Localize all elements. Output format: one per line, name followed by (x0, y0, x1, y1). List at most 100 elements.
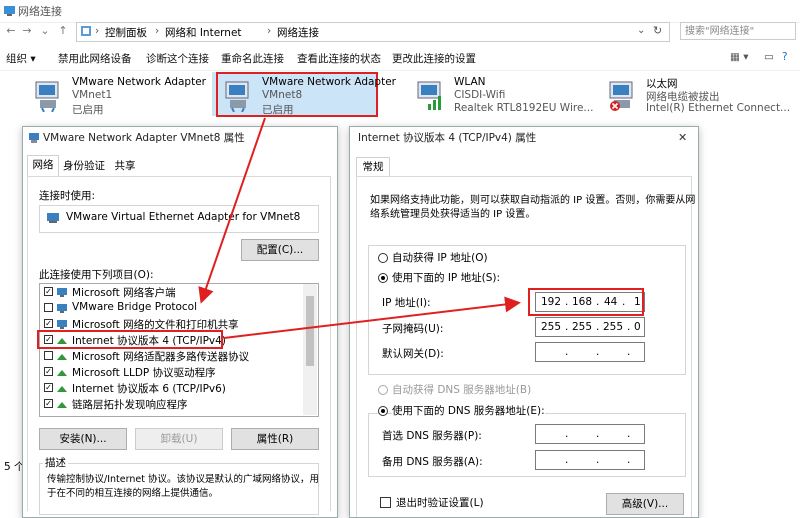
list-item[interactable]: ✓ 链路层拓扑发现响应程序 (40, 396, 302, 412)
address-field[interactable]: › 控制面板 › 网络和 Internet › 网络连接 ⌄ ↻ (76, 22, 670, 42)
list-item[interactable]: ✓ Microsoft LLDP 协议驱动程序 (40, 364, 302, 380)
scrollbar-thumb[interactable] (306, 296, 314, 366)
auto-dns-label[interactable]: 自动获得 DNS 服务器地址(B) (392, 382, 531, 397)
preview-pane-icon[interactable]: ▭ (764, 51, 774, 63)
wifi-adapter-icon (417, 81, 441, 110)
diagnose-command[interactable]: 诊断这个连接 (146, 51, 209, 66)
validate-label[interactable]: 退出时验证设置(L) (396, 495, 484, 510)
service-icon (57, 320, 67, 329)
tab-network[interactable]: 网络 (27, 155, 59, 177)
preferred-dns-field[interactable]: . . . (535, 424, 645, 444)
item-checkbox[interactable] (44, 351, 53, 360)
help-icon[interactable]: ? (782, 51, 788, 63)
protocol-icon (57, 386, 67, 392)
adapter-vmnet8[interactable]: VMware Network Adapter VMnet8 已启用 (222, 76, 402, 116)
advanced-button[interactable]: 高级(V)... (606, 493, 684, 515)
rename-command[interactable]: 重命名此连接 (221, 51, 284, 66)
forward-icon[interactable]: → (20, 24, 34, 38)
organize-menu[interactable]: 组织 ▾ (6, 51, 36, 66)
item-checkbox[interactable]: ✓ (44, 367, 53, 376)
list-item[interactable]: ✓ Internet 协议版本 6 (TCP/IPv6) (40, 380, 302, 396)
change-settings-command[interactable]: 更改此连接的设置 (392, 51, 476, 66)
highlight-box (528, 288, 644, 316)
view-status-command[interactable]: 查看此连接的状态 (297, 51, 381, 66)
adapter-name: VMware Network Adapter (262, 76, 396, 88)
ip-dot: . (627, 428, 631, 440)
address-dropdown-icon[interactable]: ⌄ (637, 25, 645, 36)
tab-general[interactable]: 常规 (356, 157, 390, 177)
list-scrollbar[interactable] (303, 284, 317, 415)
recent-dropdown-icon[interactable]: ⌄ (38, 24, 52, 38)
ip-octet: 255 (603, 321, 624, 333)
manual-ip-radio[interactable] (378, 273, 388, 283)
list-item[interactable]: ✓ Microsoft 网络客户端 (40, 284, 302, 300)
adapter-device: Intel(R) Ethernet Connect... (646, 102, 791, 114)
ip-octet: 255 (572, 321, 593, 333)
command-bar: 组织 ▾ 禁用此网络设备 诊断这个连接 重命名此连接 查看此连接的状态 更改此连… (0, 44, 800, 71)
alternate-dns-field[interactable]: . . . (535, 450, 645, 470)
item-checkbox[interactable]: ✓ (44, 319, 53, 328)
search-input[interactable]: 搜索"网络连接" (680, 22, 796, 40)
adapter-properties-dialog: VMware Network Adapter VMnet8 属性 网络 身份验证… (22, 126, 338, 518)
item-label: Microsoft 网络适配器多路传送器协议 (72, 351, 250, 363)
adapter-ethernet[interactable]: 以太网 网络电缆被拔出 Intel(R) Ethernet Connect... (606, 76, 790, 116)
auto-ip-radio[interactable] (378, 253, 388, 263)
breadcrumb-separator: › (155, 25, 160, 37)
tab-authentication[interactable]: 身份验证 (62, 157, 106, 175)
properties-button[interactable]: 属性(R) (231, 428, 319, 450)
breadcrumb-control-panel[interactable]: 控制面板 (105, 25, 147, 40)
item-checkbox[interactable]: ✓ (44, 287, 53, 296)
subnet-mask-field[interactable]: 255 . 255 . 255 . 0 (535, 317, 645, 337)
items-label: 此连接使用下列项目(O): (39, 269, 154, 281)
adapter-network: VMnet8 (262, 89, 303, 101)
ip-dot: . (627, 321, 631, 333)
install-button[interactable]: 安装(N)... (39, 428, 127, 450)
manual-ip-label[interactable]: 使用下面的 IP 地址(S): (392, 270, 500, 285)
manual-dns-radio[interactable] (378, 406, 388, 416)
adapter-vmnet1[interactable]: VMware Network Adapter VMnet1 已启用 (32, 76, 212, 116)
list-item[interactable]: VMware Bridge Protocol (40, 300, 302, 316)
adapter-wlan[interactable]: WLAN CISDI-Wifi Realtek RTL8192EU Wire..… (414, 76, 594, 116)
auto-ip-label[interactable]: 自动获得 IP 地址(O) (392, 250, 488, 265)
manual-dns-label[interactable]: 使用下面的 DNS 服务器地址(E): (392, 403, 545, 418)
item-label: Internet 协议版本 6 (TCP/IPv6) (72, 383, 226, 395)
adapter-name-text: VMware Virtual Ethernet Adapter for VMne… (66, 211, 301, 223)
ip-dot: . (627, 346, 631, 358)
ip-dot: . (596, 454, 600, 466)
breadcrumb-network-connections[interactable]: 网络连接 (277, 25, 319, 40)
client-icon (57, 288, 67, 297)
ip-dot: . (565, 321, 569, 333)
auto-dns-radio[interactable] (378, 385, 388, 395)
item-checkbox[interactable] (44, 303, 53, 312)
uninstall-button[interactable]: 卸载(U) (135, 428, 223, 450)
window-title: 网络连接 (18, 5, 62, 18)
network-adapter-icon (225, 81, 249, 112)
view-options-icon[interactable]: ▦ ▾ (730, 51, 749, 63)
gateway-field[interactable]: . . . (535, 342, 645, 362)
ip-dot: . (565, 346, 569, 358)
ethernet-disconnected-icon (609, 81, 633, 111)
items-list: ✓ Microsoft 网络客户端 VMware Bridge Protocol… (39, 283, 319, 417)
description-title: 描述 (43, 455, 68, 470)
list-item[interactable]: Microsoft 网络适配器多路传送器协议 (40, 348, 302, 364)
back-icon[interactable]: ← (4, 24, 18, 38)
close-icon[interactable]: ✕ (678, 131, 687, 144)
up-icon[interactable]: ↑ (56, 24, 70, 38)
configure-button[interactable]: 配置(C)... (241, 239, 319, 261)
protocol-icon (57, 370, 67, 376)
adapter-box: VMware Virtual Ethernet Adapter for VMne… (39, 205, 319, 233)
intro-line-1: 如果网络支持此功能，则可以获取自动指派的 IP 设置。否则，你需要从网 (370, 195, 696, 206)
intro-line-2: 络系统管理员处获得适当的 IP 设置。 (370, 209, 536, 220)
refresh-icon[interactable]: ↻ (653, 24, 662, 37)
ip-octet: 0 (634, 321, 641, 333)
breadcrumb-separator: › (267, 25, 272, 37)
item-checkbox[interactable]: ✓ (44, 383, 53, 392)
disable-device-command[interactable]: 禁用此网络设备 (58, 51, 132, 66)
item-label: 链路层拓扑发现响应程序 (72, 399, 188, 411)
breadcrumb-network-internet[interactable]: 网络和 Internet (165, 25, 242, 40)
validate-checkbox[interactable] (380, 497, 391, 508)
tab-sharing[interactable]: 共享 (109, 157, 141, 175)
network-folder-icon (4, 6, 15, 16)
item-checkbox[interactable]: ✓ (44, 399, 53, 408)
gateway-label: 默认网关(D): (382, 348, 444, 360)
